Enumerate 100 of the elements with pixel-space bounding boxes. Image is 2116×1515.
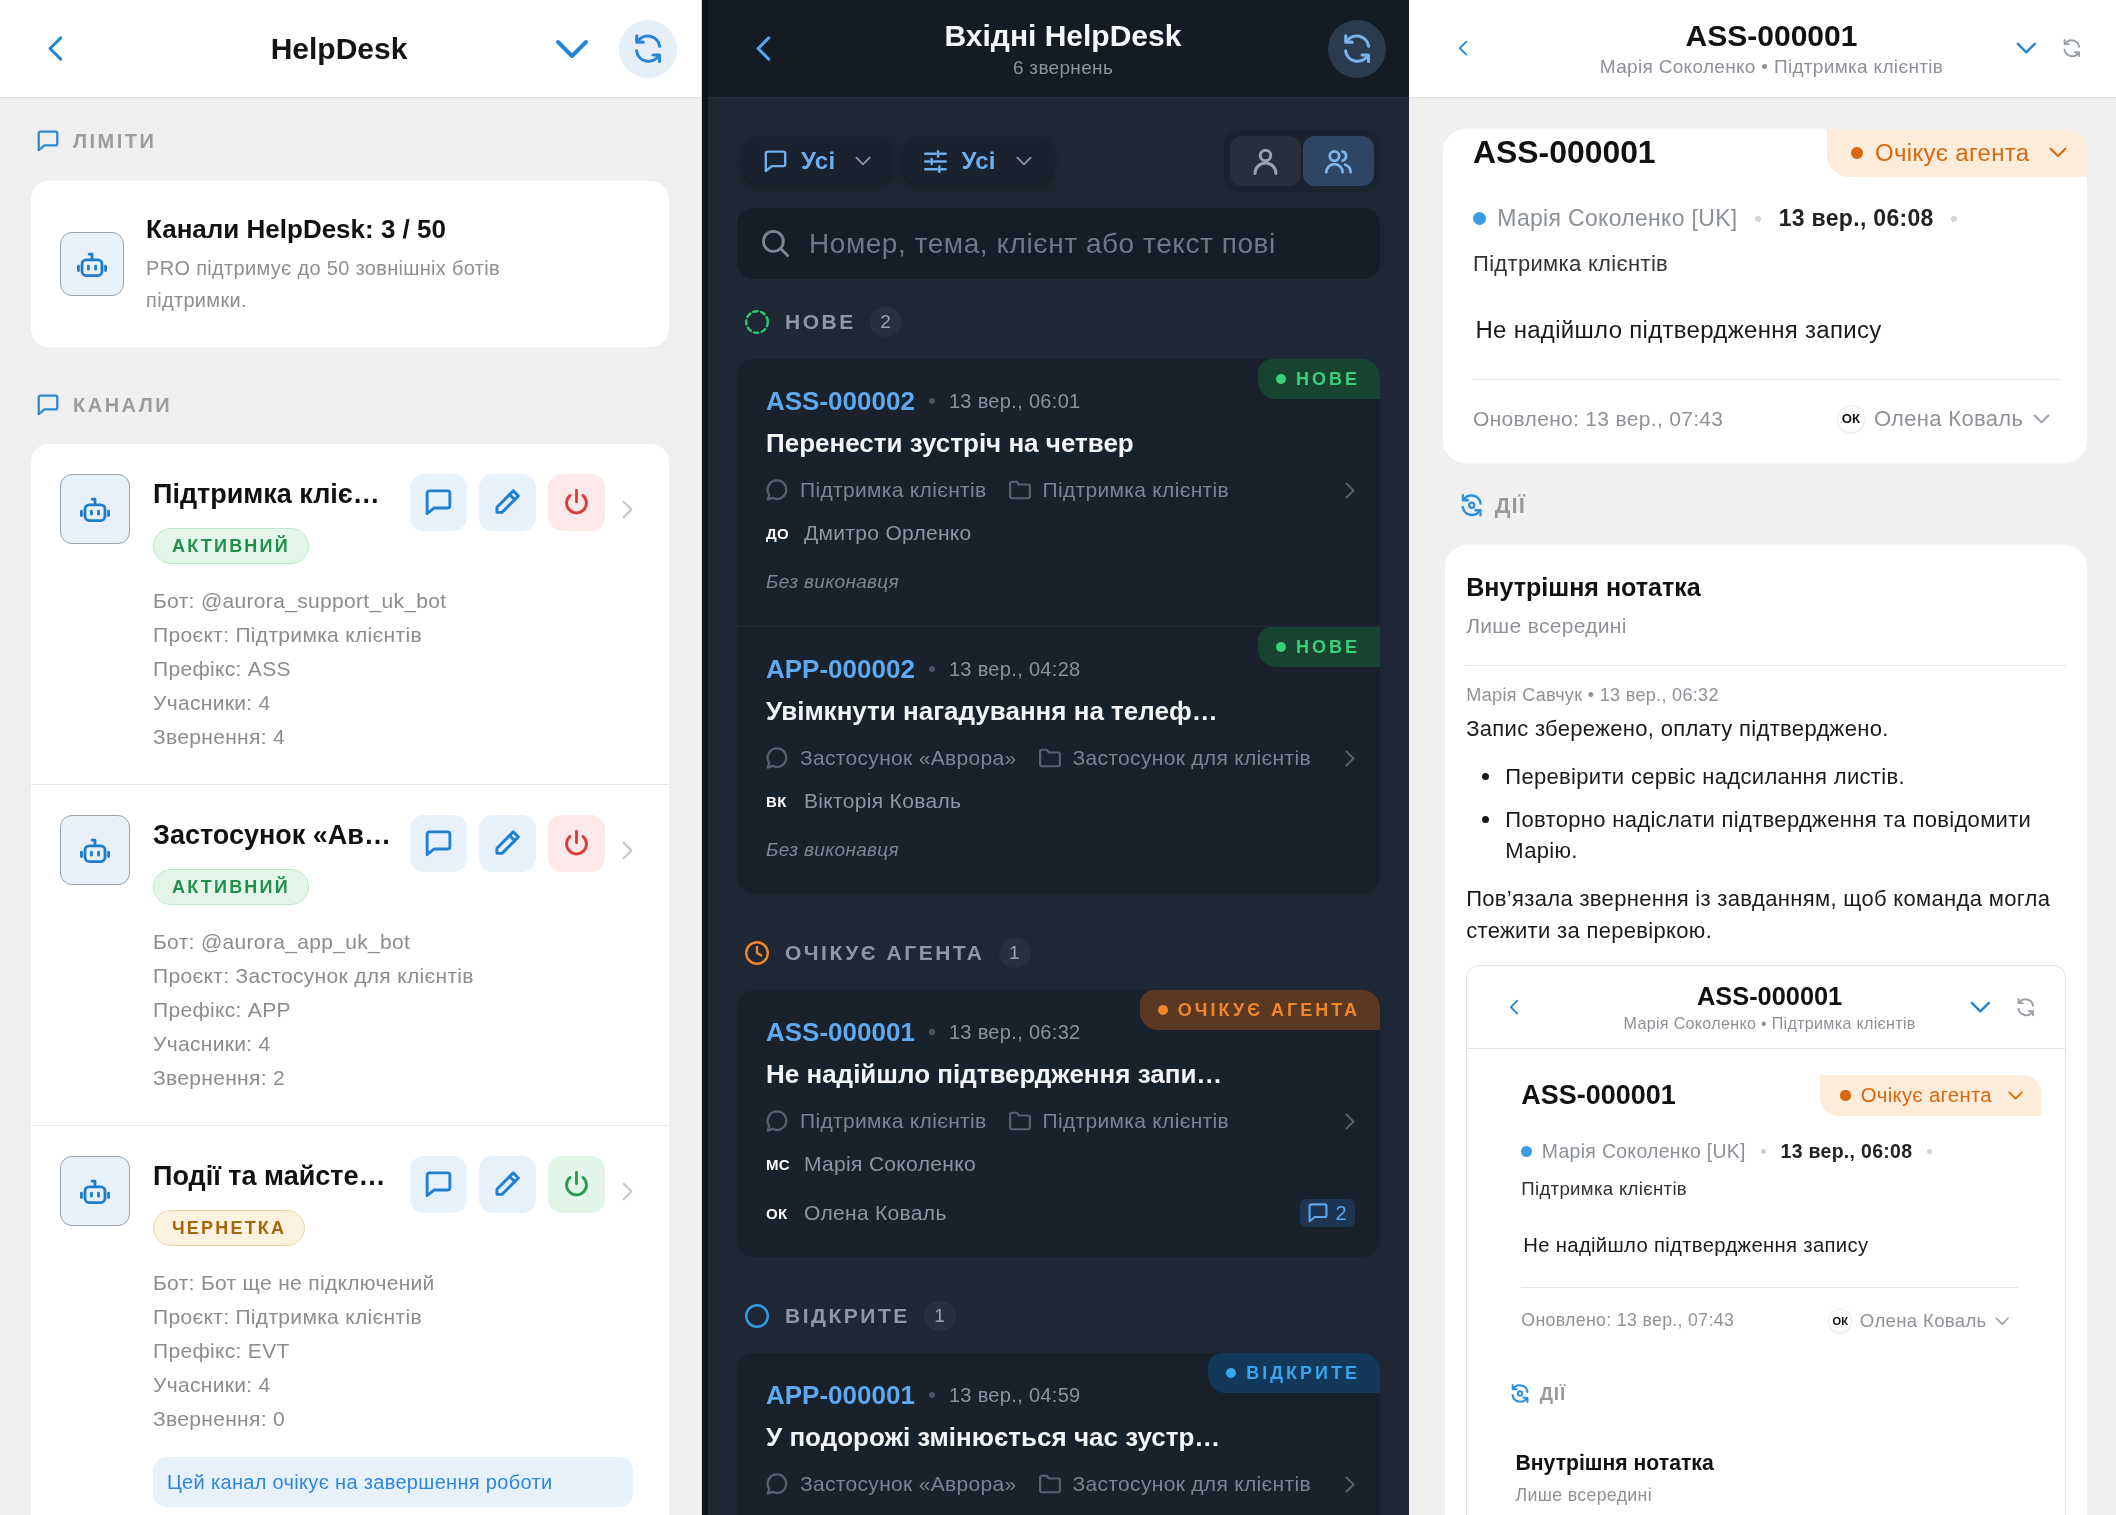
chat-button[interactable] xyxy=(410,474,467,531)
chevron-right-icon xyxy=(622,500,633,519)
assignee-dropdown[interactable]: ОК Олена Коваль xyxy=(1829,1309,2010,1332)
status-dot-icon xyxy=(1276,642,1286,652)
robot-icon xyxy=(60,474,130,544)
limits-description: PRO підтримує до 50 зовнішніх ботів підтримки. xyxy=(146,256,502,313)
screen-subtitle: Марія Соколенко • Підтримка клієнтів xyxy=(1622,1013,1917,1034)
folder-icon xyxy=(1008,1110,1031,1132)
chat-bubble-icon xyxy=(766,1473,788,1495)
edit-button[interactable] xyxy=(479,474,536,531)
unassigned-label: Без виконавця xyxy=(766,839,899,861)
note-visibility: Лише всередині xyxy=(1515,1484,1653,1508)
status-dot-icon xyxy=(1226,1368,1237,1378)
separator-dot-icon xyxy=(928,666,935,672)
back-icon xyxy=(755,35,771,62)
unassigned-label: Без виконавця xyxy=(766,571,899,593)
project-name: Застосунок для клієнтів xyxy=(1072,1472,1311,1496)
assignee-name: Олена Коваль xyxy=(804,1201,947,1225)
created-time: 13 вер., 06:08 xyxy=(1780,1139,1913,1163)
pencil-icon xyxy=(494,489,521,516)
channel-detail: Учасники: 4 xyxy=(153,690,272,716)
chevron-right-icon xyxy=(1345,481,1355,499)
chat-button[interactable] xyxy=(410,1156,467,1213)
channel-detail: Бот: @aurora_app_uk_bot xyxy=(153,929,412,956)
status-dot-icon xyxy=(1157,1005,1168,1015)
caret-icon xyxy=(2008,1090,2024,1101)
group-toggle[interactable] xyxy=(1303,136,1374,186)
chat-bubble-icon xyxy=(766,479,788,501)
user-icon xyxy=(1252,147,1279,175)
caret-icon xyxy=(1995,1316,2010,1325)
section-title: ЛІМІТИ xyxy=(73,129,157,153)
note-paragraph: Запис збережено, оплату підтверджено. xyxy=(1466,714,1890,743)
edit-button[interactable] xyxy=(479,1156,536,1213)
ticket-title: Не надійшло підтвердження запи… xyxy=(766,1058,1224,1091)
chat-button[interactable] xyxy=(410,815,467,872)
list-item: Повторно надіслати підтвердження та повідомити Марію. xyxy=(1505,805,2033,866)
filter-dropdown[interactable]: Усі xyxy=(904,138,1052,184)
channel-name: Застосунок «Ав… xyxy=(153,819,392,852)
channel-name: Підтримка клієнтів xyxy=(800,1109,987,1133)
pencil-icon xyxy=(494,1171,521,1198)
folder-icon xyxy=(1038,747,1061,769)
channel-detail: Префікс: EVT xyxy=(153,1338,291,1364)
section-title: ДІЇ xyxy=(1494,492,1526,519)
channel-name: Застосунок «Аврора» xyxy=(800,1472,1017,1496)
client-dot-icon xyxy=(1521,1145,1533,1157)
folder-icon xyxy=(1038,1473,1061,1495)
ticket-number: ASS-000001 xyxy=(766,1016,915,1048)
caret-icon xyxy=(2033,414,2051,424)
channel-status: ЧЕРНЕТКА xyxy=(153,1210,306,1246)
sliders-icon xyxy=(924,149,948,173)
power-button[interactable] xyxy=(548,474,605,531)
note-author: Марія Савчук • 13 вер., 06:32 xyxy=(1466,683,1720,707)
channel-status: АКТИВНИЙ xyxy=(153,528,309,564)
separator-dot-icon xyxy=(928,1029,935,1035)
robot-icon xyxy=(60,1156,130,1226)
chat-icon xyxy=(425,830,452,857)
back-icon xyxy=(1457,40,1468,57)
limits-title: Канали HelpDesk: 3 / 50 xyxy=(146,213,447,246)
project-name: Застосунок для клієнтів xyxy=(1072,746,1311,770)
edit-button[interactable] xyxy=(479,815,536,872)
bullet-icon xyxy=(1482,773,1490,781)
group-title: ВІДКРИТЕ xyxy=(785,1304,910,1328)
assignee-dropdown[interactable]: ОК Олена Коваль xyxy=(1837,405,2051,433)
ticket-number: APP-000002 xyxy=(766,653,915,685)
chevron-right-icon xyxy=(1345,1112,1355,1130)
refresh-icon xyxy=(1342,33,1372,64)
separator-dot-icon xyxy=(1951,215,1958,222)
group-title: ОЧІКУЄ АГЕНТА xyxy=(785,941,985,965)
screen-title: Вхідні HelpDesk xyxy=(943,17,1183,54)
robot-icon xyxy=(60,232,124,296)
channel-name: Підтримка кліє… xyxy=(153,478,381,511)
ticket-subject: Не надійшло підтвердження запису xyxy=(1522,1232,1870,1258)
separator-dot-icon xyxy=(1760,1148,1766,1154)
ticket-time: 13 вер., 04:28 xyxy=(948,657,1081,681)
power-button[interactable] xyxy=(548,1156,605,1213)
screen-title: HelpDesk xyxy=(269,30,409,67)
status-label: НОВЕ xyxy=(1296,368,1360,390)
group-count: 1 xyxy=(923,1301,956,1331)
screen-subtitle: Марія Соколенко • Підтримка клієнтів xyxy=(1598,55,1945,80)
search-icon xyxy=(762,230,789,257)
separator-dot-icon xyxy=(928,1392,935,1398)
client-name: Марія Соколенко [UK] xyxy=(1541,1139,1746,1163)
refresh-icon xyxy=(633,33,663,64)
power-button[interactable] xyxy=(548,815,605,872)
status-label: ВІДКРИТЕ xyxy=(1246,1362,1360,1384)
client-dot-icon xyxy=(1473,212,1487,226)
ticket-count: 6 звернень xyxy=(1011,55,1115,80)
comment-count: 2 xyxy=(1335,1201,1347,1225)
channel-detail: Учасники: 4 xyxy=(153,1031,272,1057)
created-time: 13 вер., 06:08 xyxy=(1778,205,1934,233)
ticket-number: ASS-000002 xyxy=(766,385,915,417)
status-label: НОВЕ xyxy=(1296,636,1360,658)
single-user-toggle[interactable] xyxy=(1230,136,1301,186)
chevron-right-icon xyxy=(1345,1475,1355,1493)
clock-icon xyxy=(745,941,769,965)
section-title: ДІЇ xyxy=(1539,1383,1567,1406)
search-field[interactable]: Номер, тема, клієнт або текст пові xyxy=(737,208,1380,279)
filter-dropdown[interactable]: Усі xyxy=(744,138,892,184)
assignee-initials: ОК xyxy=(766,1204,789,1222)
channel-detail: Звернення: 0 xyxy=(153,1406,286,1432)
